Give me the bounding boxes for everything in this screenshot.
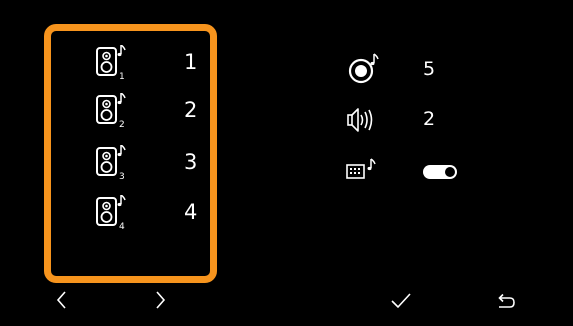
check-icon	[391, 293, 411, 309]
speaker-subscript: 3	[119, 172, 125, 182]
speaker-subscript: 1	[119, 72, 125, 82]
speaker-subscript: 4	[119, 222, 125, 232]
speaker-note-icon: 2	[96, 93, 126, 130]
back-button[interactable]	[493, 288, 517, 312]
subwoofer-note-icon	[348, 53, 379, 84]
speaker-volume-icon	[347, 108, 373, 132]
speaker-note-icon: 4	[96, 195, 126, 232]
return-icon	[498, 293, 515, 308]
chevron-right-icon	[156, 291, 166, 309]
speaker-settings-screen: 1 1 2 2 3 3 4 4 5 2	[0, 0, 573, 326]
speaker-note-icon: 3	[96, 145, 126, 182]
speaker-subscript: 2	[119, 120, 125, 130]
speaker-number: 2	[184, 98, 198, 122]
toggle-knob	[445, 167, 455, 177]
prev-button[interactable]	[50, 288, 74, 312]
volume-value: 2	[423, 108, 436, 130]
speaker-note-icon: 1	[96, 45, 126, 82]
keypad-sound-toggle[interactable]	[423, 165, 457, 179]
next-button[interactable]	[148, 288, 172, 312]
speaker-number: 3	[184, 150, 198, 174]
speaker-item-2[interactable]: 2 2	[96, 93, 216, 133]
keypad-note-icon	[346, 158, 376, 179]
subwoofer-value: 5	[423, 58, 436, 80]
speaker-number: 4	[184, 200, 198, 224]
chevron-left-icon	[56, 291, 66, 309]
speaker-number: 1	[184, 50, 198, 74]
speaker-item-1[interactable]: 1 1	[96, 45, 216, 85]
speaker-item-3[interactable]: 3 3	[96, 145, 216, 185]
confirm-button[interactable]	[389, 288, 413, 312]
speaker-item-4[interactable]: 4 4	[96, 195, 216, 235]
